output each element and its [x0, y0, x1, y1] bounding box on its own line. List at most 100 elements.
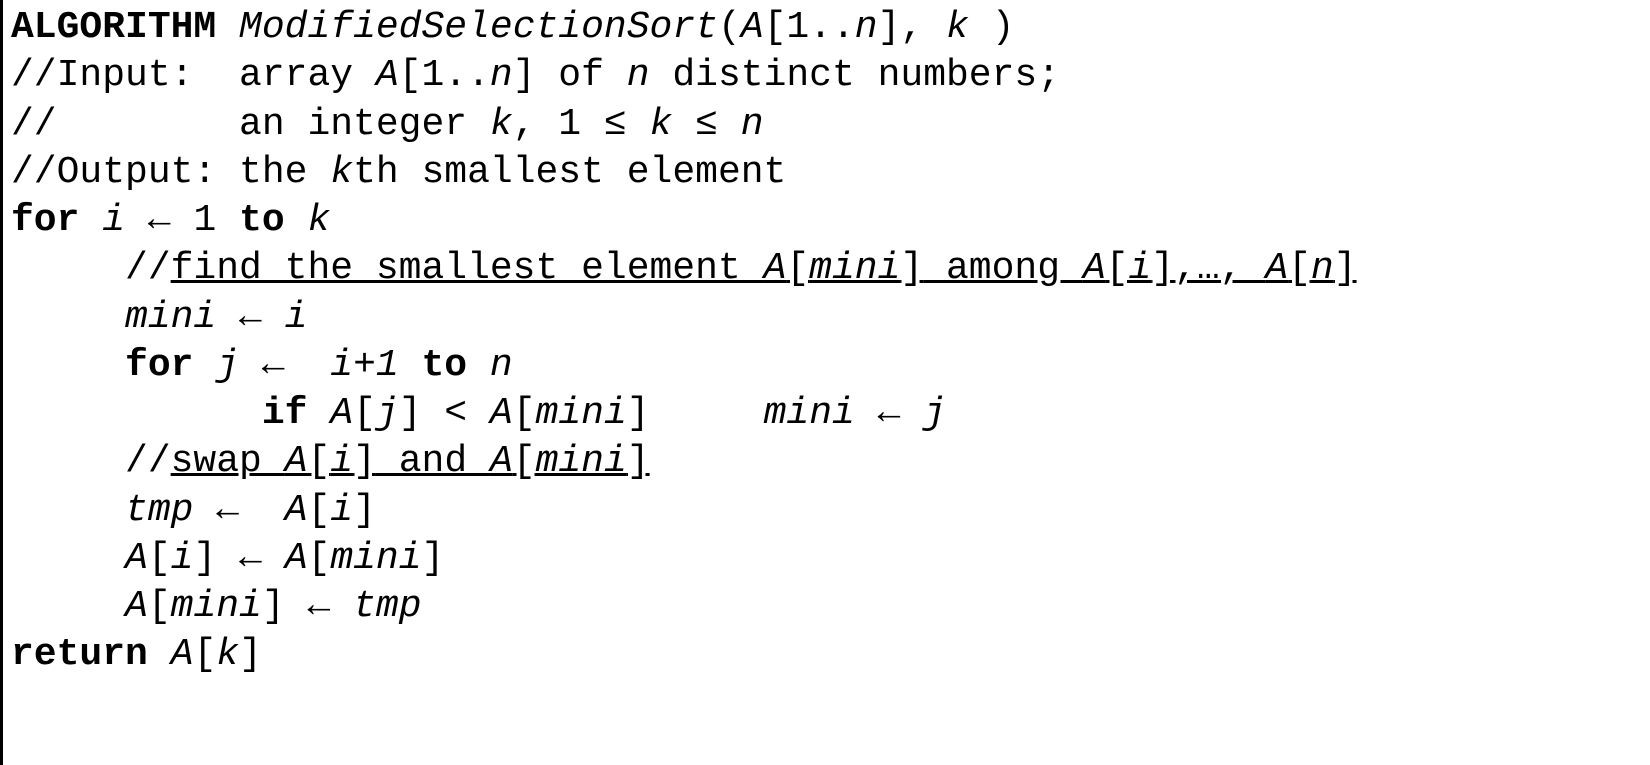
comment-output: //Output: the kth smallest element — [11, 149, 1650, 197]
keyword-return: return — [11, 633, 171, 676]
arrow: ← — [855, 392, 923, 435]
text: distinct numbers; — [650, 54, 1060, 97]
var-mini: mini — [125, 296, 216, 339]
arrow: ← — [285, 585, 353, 628]
bracket: [ — [353, 392, 376, 435]
text: th smallest element — [353, 151, 786, 194]
bracket: ] — [239, 633, 262, 676]
comment-swap: //swap A[i] and A[mini] — [11, 438, 1650, 486]
var-mini: mini — [536, 440, 627, 483]
var-A: A — [285, 440, 308, 483]
var-i: i — [330, 489, 353, 532]
var-mini: mini — [536, 392, 627, 435]
keyword-to: to — [216, 199, 307, 242]
mini-init: mini ← i — [11, 294, 1650, 342]
comment-prefix: //Input: array — [11, 54, 376, 97]
var-n: n — [855, 6, 878, 49]
array-A: A — [741, 6, 764, 49]
var-k: k — [330, 151, 353, 194]
var-A: A — [125, 585, 148, 628]
keyword-to: to — [399, 344, 490, 387]
var-A: A — [125, 537, 148, 580]
expr-i-plus-1: i+1 — [330, 344, 398, 387]
arrow: ← — [125, 199, 193, 242]
bracket: ] — [193, 537, 216, 580]
paren-open: ( — [718, 6, 741, 49]
var-mini: mini — [764, 392, 855, 435]
var-i: i — [171, 537, 194, 580]
space — [650, 392, 764, 435]
operator-lt: < — [422, 392, 490, 435]
swap-2: A[i] ← A[mini] — [11, 535, 1650, 583]
var-A: A — [285, 537, 308, 580]
var-A: A — [490, 392, 513, 435]
bracket: [1.. — [399, 54, 490, 97]
comment-prefix: //Output: the — [11, 151, 330, 194]
var-j: j — [216, 344, 239, 387]
var-i: i — [1128, 247, 1151, 290]
var-A: A — [1265, 247, 1288, 290]
bracket: ] — [353, 440, 376, 483]
algorithm-block: ALGORITHM ModifiedSelectionSort(A[1..n],… — [11, 4, 1650, 680]
bracket: [ — [307, 440, 330, 483]
var-tmp: tmp — [353, 585, 421, 628]
bracket: [ — [786, 247, 809, 290]
bracket: [ — [307, 489, 330, 532]
comment-slashes: // — [125, 440, 171, 483]
space — [262, 489, 285, 532]
var-n: n — [490, 54, 513, 97]
text: , 1 ≤ — [513, 103, 650, 146]
return-line: return A[k] — [11, 631, 1650, 679]
inner-for: for j ← i+1 to n — [11, 342, 1650, 390]
var-i: i — [285, 296, 308, 339]
algorithm-keyword: ALGORITHM — [11, 6, 239, 49]
text: among — [923, 247, 1083, 290]
var-tmp: tmp — [125, 489, 193, 532]
var-mini: mini — [809, 247, 900, 290]
var-A: A — [490, 440, 513, 483]
var-k: k — [946, 6, 969, 49]
bracket: [ — [513, 440, 536, 483]
paren-close: ) — [969, 6, 1015, 49]
var-k: k — [307, 199, 330, 242]
text: ≤ — [672, 103, 740, 146]
var-mini: mini — [171, 585, 262, 628]
bracket: [ — [308, 537, 331, 580]
var-i: i — [330, 440, 353, 483]
text: find the smallest element — [171, 247, 764, 290]
var-A: A — [764, 247, 787, 290]
comment-slashes: // — [125, 247, 171, 290]
space — [307, 344, 330, 387]
var-k: k — [490, 103, 513, 146]
if-line: if A[j] < A[mini] mini ← j — [11, 390, 1650, 438]
var-n: n — [490, 344, 513, 387]
keyword-for: for — [11, 199, 102, 242]
keyword-for: for — [125, 344, 216, 387]
bracket: [ — [513, 392, 536, 435]
var-n: n — [1311, 247, 1334, 290]
comment-input-cont: // an integer k, 1 ≤ k ≤ n — [11, 101, 1650, 149]
comment-find: //find the smallest element A[mini] amon… — [11, 245, 1650, 293]
bracket: ] — [627, 440, 650, 483]
bracket: [ — [148, 537, 171, 580]
var-A: A — [171, 633, 194, 676]
bracket: [ — [1288, 247, 1311, 290]
var-k: k — [216, 633, 239, 676]
comment-input: //Input: array A[1..n] of n distinct num… — [11, 52, 1650, 100]
text: swap — [171, 440, 285, 483]
var-mini: mini — [330, 537, 421, 580]
arrow: ← — [216, 537, 284, 580]
arrow: ← — [216, 296, 284, 339]
keyword-if: if — [262, 392, 330, 435]
bracket: [ — [148, 585, 171, 628]
outer-for: for i ← 1 to k — [11, 197, 1650, 245]
var-i: i — [102, 199, 125, 242]
ellipsis: ,…, — [1174, 247, 1265, 290]
var-A: A — [1083, 247, 1106, 290]
bracket: ] — [399, 392, 422, 435]
var-j: j — [923, 392, 946, 435]
bracket: [1.. — [764, 6, 855, 49]
text: and — [376, 440, 490, 483]
bracket: ] — [1151, 247, 1174, 290]
bracket-close: ] — [878, 6, 901, 49]
